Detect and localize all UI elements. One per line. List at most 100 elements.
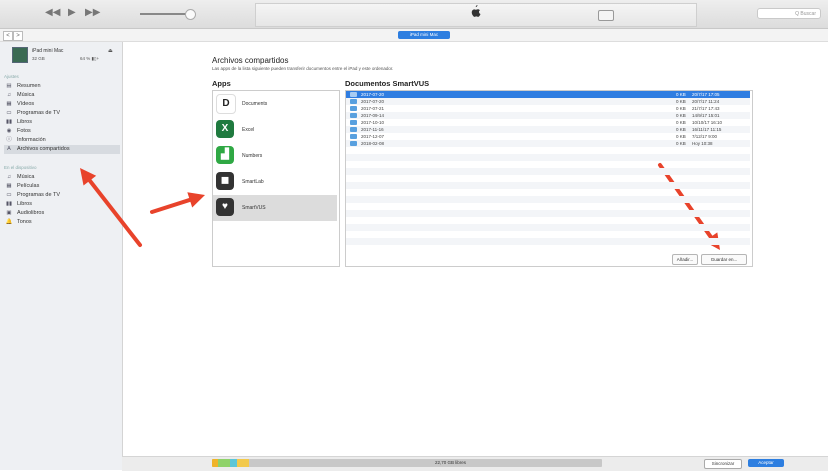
volume-slider[interactable] — [140, 13, 190, 15]
forward-button[interactable]: > — [13, 31, 23, 41]
fast-forward-button[interactable]: ▶▶ — [85, 7, 100, 18]
empty-row — [346, 238, 750, 245]
sidebar-item[interactable]: ◉ Fotos — [4, 127, 120, 136]
sidebar-item[interactable]: ▮▮ Libros — [4, 118, 120, 127]
sidebar-item-label: Fotos — [17, 128, 31, 134]
document-row[interactable]: 2017-07-21 0 KB 21/7/17 17:43 — [346, 105, 750, 112]
document-size: 0 KB — [676, 127, 686, 132]
tv-icon: ▭ — [6, 110, 12, 116]
device-button[interactable]: iPad mini Mac — [398, 31, 450, 39]
documents-app-icon: D — [216, 94, 236, 114]
sidebar-item[interactable]: ▦ Películas — [4, 182, 120, 191]
capacity-bar — [212, 459, 602, 467]
document-row[interactable]: 2017-10-10 0 KB 10/10/17 16:10 — [346, 119, 750, 126]
document-row[interactable]: 2018-02-08 0 KB Hoy 10:38 — [346, 140, 750, 147]
document-date: 14/9/17 15:01 — [692, 113, 720, 118]
sidebar-item-label: Vídeos — [17, 101, 35, 107]
sidebar-item[interactable]: ▤ Resumen — [4, 82, 120, 91]
document-size: 0 KB — [676, 134, 686, 139]
document-row[interactable]: 2017-11-16 0 KB 16/11/17 11:15 — [346, 126, 750, 133]
done-button[interactable]: Aceptar — [748, 459, 784, 467]
folder-icon — [350, 113, 357, 118]
apple-logo-icon — [470, 5, 481, 21]
empty-row — [346, 210, 750, 217]
tv-icon: ▭ — [6, 192, 12, 198]
app-name: Documents — [242, 101, 268, 107]
document-size: 0 KB — [676, 92, 686, 97]
book-icon: ▮▮ — [5, 119, 13, 125]
app-name: SmartLab — [242, 179, 264, 185]
empty-row — [346, 231, 750, 238]
audiobook-icon: ▣ — [6, 210, 12, 216]
add-button[interactable]: Añadir... — [672, 254, 698, 265]
empty-row — [346, 168, 750, 175]
sidebar-item[interactable]: ⓘ Información — [4, 136, 120, 145]
document-name: 2017-07-20 — [361, 99, 385, 104]
film-icon: ▦ — [6, 183, 12, 189]
empty-row — [346, 217, 750, 224]
numbers-app-icon: ▟ — [216, 146, 234, 164]
apps-icon: A — [7, 146, 11, 152]
empty-row — [346, 189, 750, 196]
capacity-segment — [217, 459, 230, 467]
app-row[interactable]: D Documents — [213, 91, 337, 117]
document-date: 20/7/17 17:05 — [692, 92, 720, 97]
document-row[interactable]: 2017-07-20 0 KB 20/7/17 17:05 — [346, 91, 750, 98]
app-row[interactable]: ♥ SmartVUS — [213, 195, 337, 221]
device-name: iPad mini Mac — [32, 48, 64, 54]
document-row[interactable]: 2017-12-07 0 KB 7/12/17 9:00 — [346, 133, 750, 140]
empty-row — [346, 182, 750, 189]
document-size: 0 KB — [676, 99, 686, 104]
play-button[interactable]: ▶ — [68, 7, 76, 18]
save-to-button[interactable]: Guardar en... — [701, 254, 747, 265]
ipad-icon — [12, 47, 28, 63]
document-date: 20/7/17 11:24 — [692, 99, 720, 104]
back-button[interactable]: < — [3, 31, 13, 41]
smartvus-app-icon: ♥ — [216, 198, 234, 216]
sidebar-item[interactable]: ♫ Música — [4, 91, 120, 100]
sidebar-item[interactable]: ▭ Programas de TV — [4, 191, 120, 200]
sidebar-item-label: Películas — [17, 183, 40, 189]
folder-icon — [350, 120, 357, 125]
app-row[interactable]: X Excel — [213, 117, 337, 143]
sidebar-item-label: Resumen — [17, 83, 41, 89]
folder-icon — [350, 99, 357, 104]
tones-icon: 🔔 — [5, 219, 13, 225]
app-row[interactable]: ◼ SmartLab — [213, 169, 337, 195]
eject-icon[interactable]: ⏏ — [108, 48, 113, 54]
sidebar-item[interactable]: ▦ Vídeos — [4, 100, 120, 109]
sidebar-item[interactable]: ▮▮ Libros — [4, 200, 120, 209]
document-size: 0 KB — [676, 120, 686, 125]
document-date: 10/10/17 16:10 — [692, 120, 723, 125]
section-settings: Ajustes — [4, 74, 19, 79]
info-icon: ⓘ — [6, 137, 12, 143]
list-view-icon[interactable] — [598, 10, 614, 21]
sidebar-item[interactable]: A Archivos compartidos — [4, 145, 120, 154]
rewind-button[interactable]: ◀◀ — [45, 7, 60, 18]
page-description: Las apps de la lista siguiente pueden tr… — [212, 66, 394, 71]
section-device: En el dispositivo — [4, 165, 37, 170]
empty-row — [346, 224, 750, 231]
document-name: 2018-02-08 — [361, 141, 385, 146]
volume-knob[interactable] — [185, 9, 196, 20]
apps-heading: Apps — [212, 79, 231, 88]
sync-button[interactable]: Sincronizar — [704, 459, 742, 469]
document-name: 2017-07-21 — [361, 106, 385, 111]
page-title: Archivos compartidos — [212, 56, 289, 65]
sidebar-item-label: Tonos — [17, 219, 32, 225]
document-size: 0 KB — [676, 106, 686, 111]
document-row[interactable]: 2017-07-20 0 KB 20/7/17 11:24 — [346, 98, 750, 105]
document-name: 2017-12-07 — [361, 134, 385, 139]
sidebar-item[interactable]: ▭ Programas de TV — [4, 109, 120, 118]
sidebar-item[interactable]: 🔔 Tonos — [4, 218, 120, 227]
sidebar-item[interactable]: ♫ Música — [4, 173, 120, 182]
book-icon: ▮▮ — [5, 201, 13, 207]
arrow-to-smartvus-app — [150, 192, 205, 214]
search-input[interactable]: Q Buscar — [757, 8, 821, 19]
excel-app-icon: X — [216, 120, 234, 138]
app-name: Numbers — [242, 153, 263, 159]
app-row[interactable]: ▟ Numbers — [213, 143, 337, 169]
documents-heading: Documentos SmartVUS — [345, 79, 430, 88]
sidebar-item[interactable]: ▣ Audiolibros — [4, 209, 120, 218]
document-row[interactable]: 2017-09-14 0 KB 14/9/17 15:01 — [346, 112, 750, 119]
